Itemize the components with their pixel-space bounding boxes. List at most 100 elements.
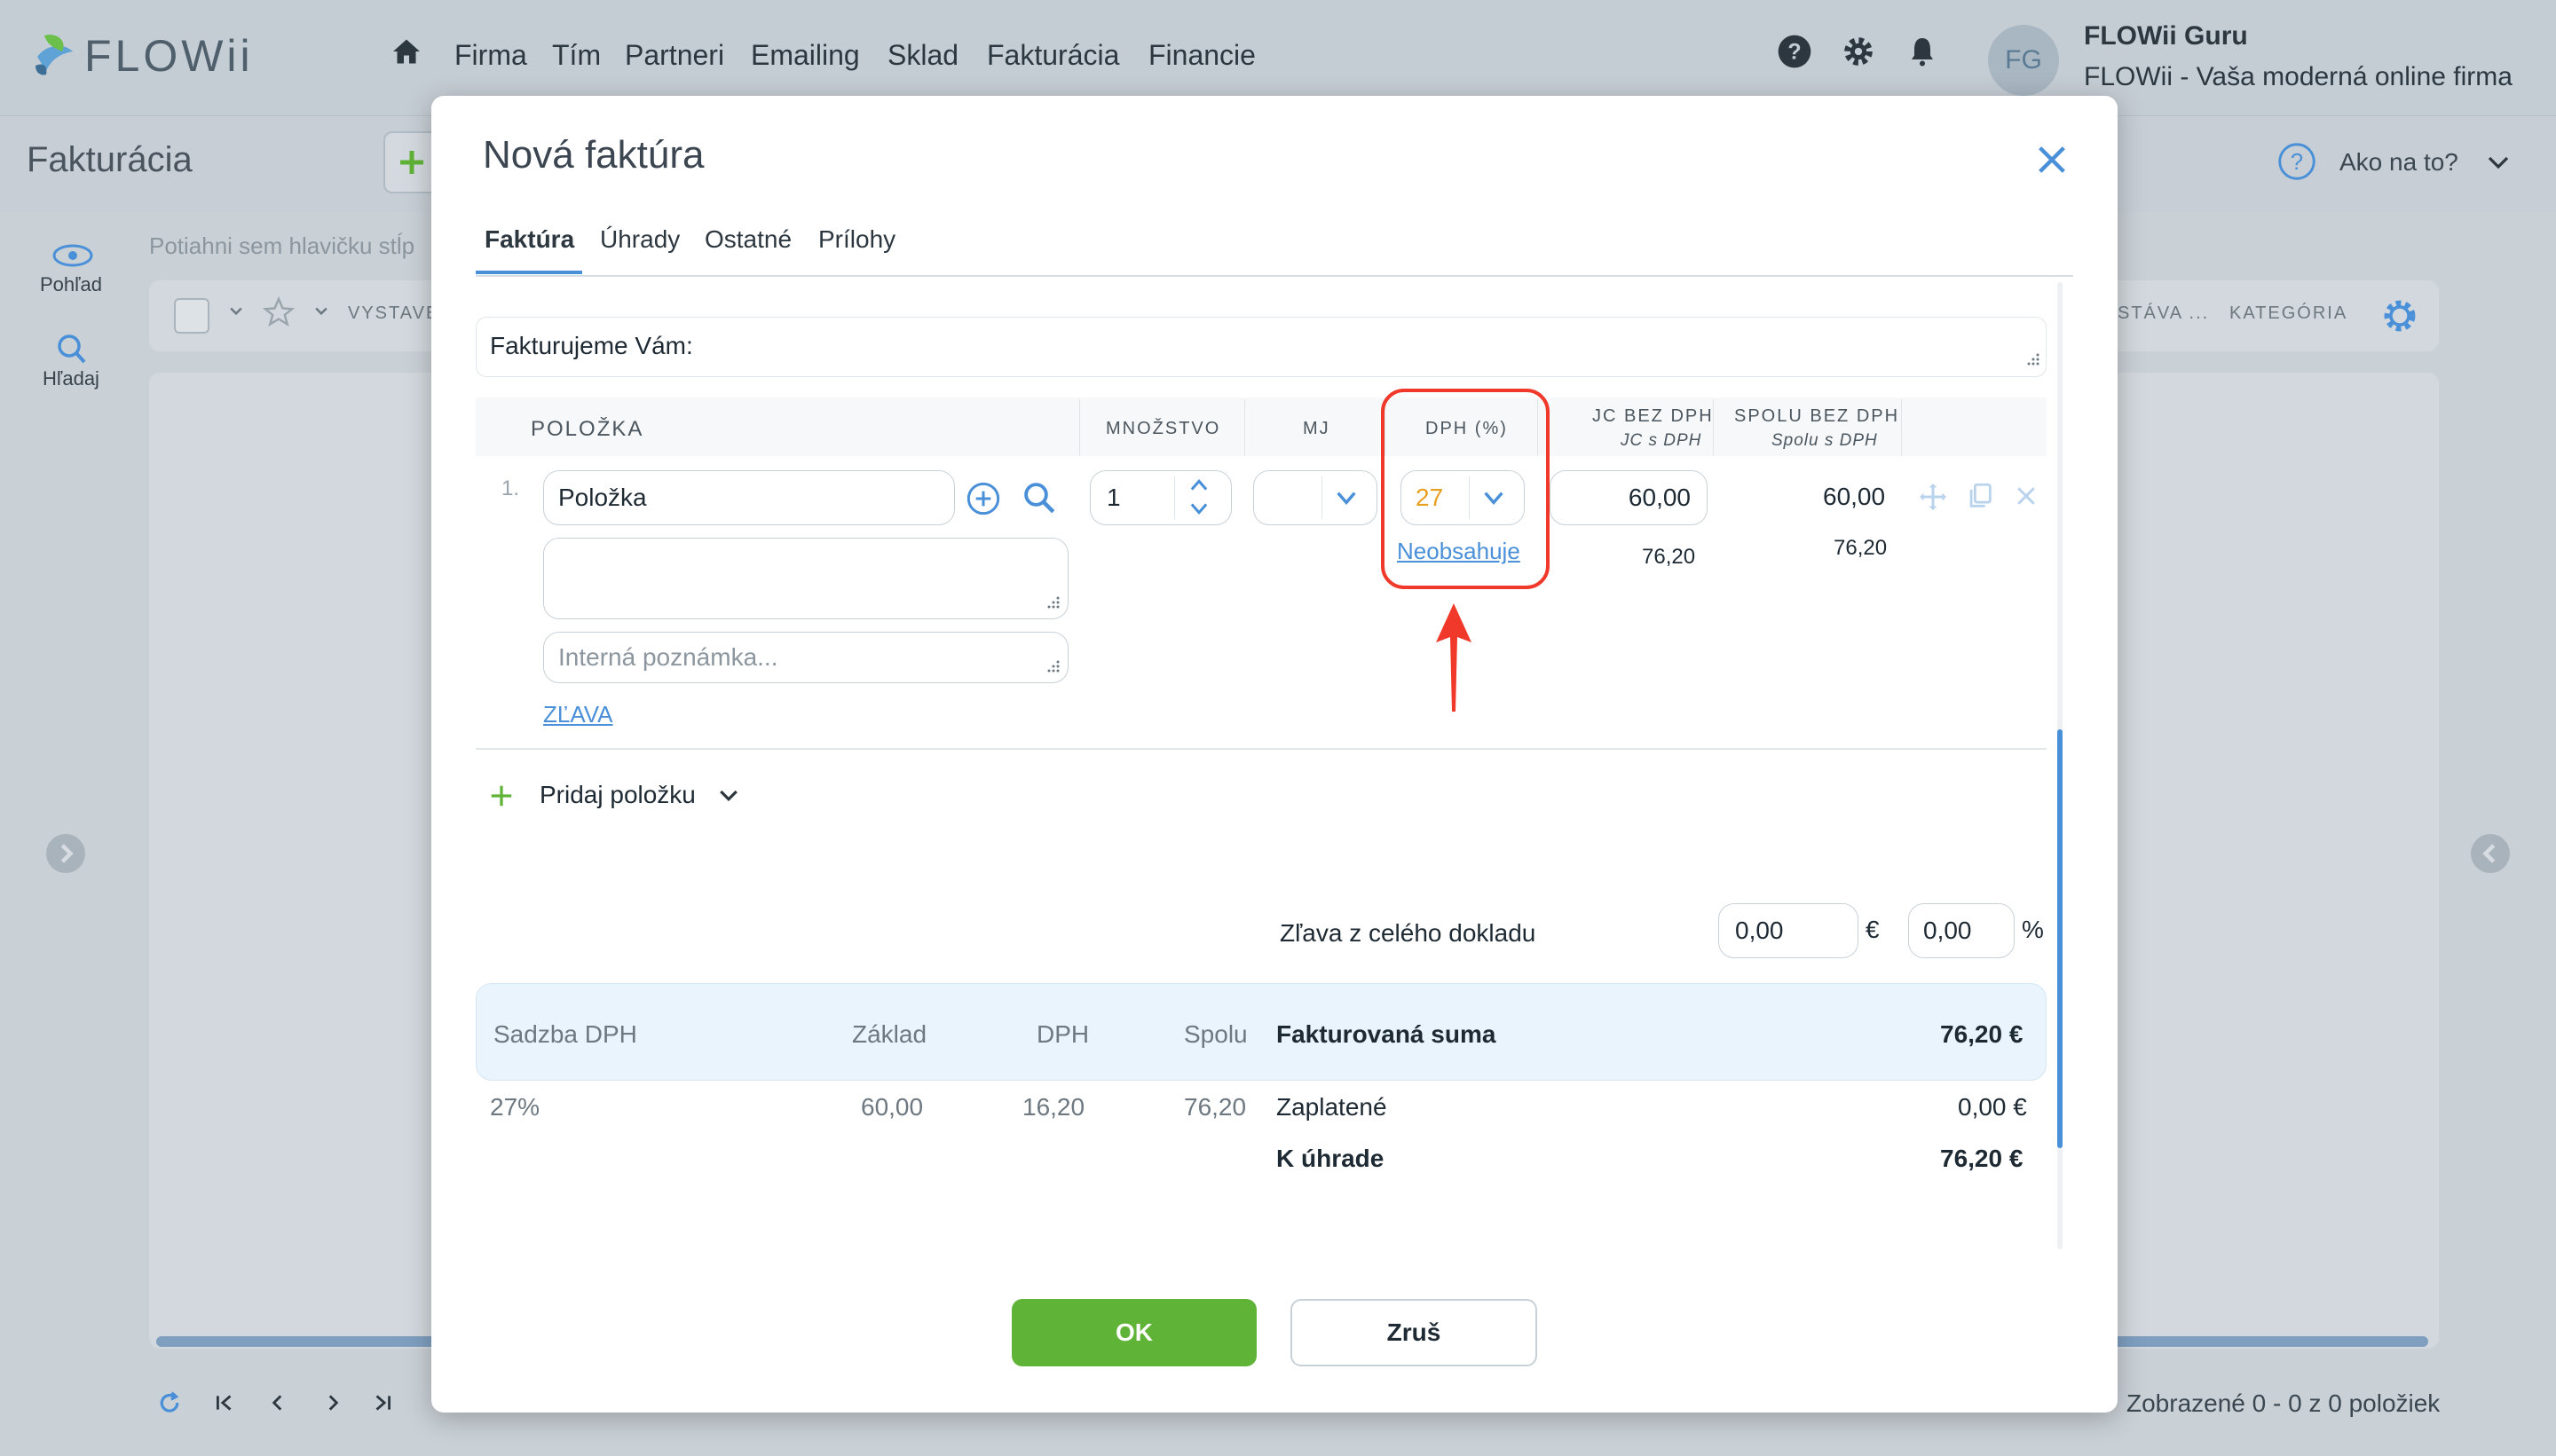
prev-page-icon[interactable]: [266, 1391, 289, 1414]
gear-icon[interactable]: [1841, 34, 1876, 69]
nav-financie[interactable]: Financie: [1148, 39, 1256, 72]
row-total-with-vat: 76,20: [1834, 536, 1888, 560]
chevron-left-icon[interactable]: [2471, 834, 2510, 873]
first-page-icon[interactable]: [213, 1391, 236, 1414]
resize-handle-icon[interactable]: [1044, 657, 1061, 674]
unit-price-input[interactable]: 60,00: [1550, 470, 1708, 525]
refresh-icon[interactable]: [156, 1389, 183, 1416]
brand-name: FLOWii: [84, 31, 254, 81]
unit-select[interactable]: [1253, 470, 1377, 525]
delete-icon[interactable]: [2013, 483, 2039, 509]
question-icon[interactable]: ?: [2277, 142, 2316, 181]
dialog-title: Nová faktúra: [483, 133, 705, 177]
tab-prilohy[interactable]: Prílohy: [818, 225, 895, 254]
chevron-down-icon[interactable]: [227, 302, 245, 319]
dialog-tabs: Faktúra Úhrady Ostatné Prílohy: [476, 222, 2073, 277]
close-icon[interactable]: [2034, 142, 2070, 177]
tab-faktura[interactable]: Faktúra: [485, 225, 574, 254]
item-name-input[interactable]: Položka: [543, 470, 955, 525]
invoiced-amount-value: 76,20 €: [1940, 1020, 2024, 1048]
document-discount-pct-input[interactable]: 0,00: [1908, 903, 2015, 958]
document-discount-label: Zľava z celého dokladu: [1280, 919, 1536, 947]
next-page-icon[interactable]: [321, 1391, 344, 1414]
rail-view[interactable]: Pohľad: [0, 238, 142, 296]
tab-uhrady[interactable]: Úhrady: [600, 225, 680, 254]
paid-value: 0,00 €: [1958, 1093, 2027, 1121]
move-icon[interactable]: [1917, 481, 1949, 513]
chevron-down-icon[interactable]: [715, 783, 742, 809]
vat-summary-header: [476, 983, 2047, 1081]
chevron-down-icon[interactable]: [312, 302, 330, 319]
nav-fakturacia[interactable]: Fakturácia: [987, 39, 1119, 72]
col-qty: MNOŽSTVO: [1106, 419, 1221, 438]
bell-icon[interactable]: [1906, 34, 1938, 69]
invoiced-amount-label: Fakturovaná suma: [1276, 1020, 1496, 1048]
select-all-checkbox[interactable]: [174, 298, 209, 334]
chevron-right-icon[interactable]: [46, 834, 85, 873]
rail-view-label: Pohľad: [39, 273, 103, 295]
avatar[interactable]: FG: [1988, 25, 2059, 96]
due-label: K úhrade: [1276, 1145, 1384, 1172]
dialog-scrollbar-thumb[interactable]: [2057, 729, 2063, 1148]
column-vystavene[interactable]: VYSTAVE: [348, 303, 439, 324]
percent-symbol: %: [2022, 916, 2044, 943]
star-icon[interactable]: [263, 296, 295, 328]
column-stav[interactable]: STÁVA ...: [2118, 303, 2209, 324]
help-link[interactable]: Ako na to?: [2339, 148, 2458, 177]
eye-icon: [52, 244, 93, 267]
resize-handle-icon[interactable]: [2024, 350, 2041, 367]
settings-icon[interactable]: [2380, 296, 2419, 335]
add-item-label: Pridaj položku: [540, 781, 696, 808]
copy-icon[interactable]: [1965, 481, 1995, 511]
item-description-textarea[interactable]: [543, 538, 1069, 619]
ok-button[interactable]: OK: [1012, 1299, 1257, 1366]
summary-base: 60,00: [861, 1093, 924, 1121]
user-company: FLOWii - Vaša moderná online firma: [2084, 62, 2513, 91]
chevron-down-icon[interactable]: [1187, 498, 1211, 519]
col-unit-price-vat: JC s DPH: [1621, 431, 1702, 450]
col-unit: MJ: [1303, 419, 1330, 438]
nav-emailing[interactable]: Emailing: [751, 39, 860, 72]
pagination-summary: Zobrazené 0 - 0 z 0 položiek: [2126, 1389, 2441, 1417]
row-number: 1.: [501, 476, 520, 500]
internal-note-input[interactable]: Interná poznámka...: [543, 632, 1069, 683]
intro-text: Fakturujeme Vám:: [490, 332, 693, 359]
rail-search[interactable]: Hľadaj: [0, 330, 142, 390]
summary-vat-rate: 27%: [490, 1093, 540, 1121]
chevron-down-icon[interactable]: [2485, 149, 2512, 176]
rail-search-label: Hľadaj: [43, 367, 99, 390]
due-value: 76,20 €: [1940, 1145, 2024, 1172]
svg-text:?: ?: [1787, 39, 1801, 64]
nav-tim[interactable]: Tím: [552, 39, 601, 72]
plus-icon: [400, 151, 423, 174]
add-circle-icon[interactable]: [966, 481, 1001, 516]
quantity-stepper[interactable]: 1: [1090, 470, 1232, 525]
svg-text:?: ?: [2291, 150, 2303, 175]
summary-total: 76,20: [1184, 1093, 1247, 1121]
last-page-icon[interactable]: [371, 1391, 394, 1414]
nav-firma[interactable]: Firma: [454, 39, 527, 72]
discount-link[interactable]: ZĽAVA: [543, 701, 613, 728]
page-title: Fakturácia: [27, 140, 193, 179]
col-unit-price: JC BEZ DPH: [1592, 406, 1714, 426]
help-circle-icon[interactable]: ?: [1777, 34, 1812, 69]
nav-sklad[interactable]: Sklad: [888, 39, 958, 72]
column-kategoria[interactable]: KATEGÓRIA: [2229, 303, 2347, 324]
arrow-up-icon: [1436, 603, 1471, 712]
total-header: Spolu: [1184, 1020, 1248, 1048]
chevron-up-icon[interactable]: [1187, 475, 1211, 496]
cancel-button[interactable]: Zruš: [1290, 1299, 1537, 1366]
plus-icon: [491, 785, 512, 807]
home-icon[interactable]: [390, 35, 430, 75]
nav-partneri[interactable]: Partneri: [625, 39, 724, 72]
flowii-logo-icon: [36, 35, 73, 75]
search-icon[interactable]: [1021, 479, 1058, 516]
resize-handle-icon[interactable]: [1044, 593, 1061, 610]
base-header: Základ: [852, 1020, 927, 1048]
tab-ostatne[interactable]: Ostatné: [705, 225, 792, 254]
row-total: 60,00: [1823, 483, 1886, 510]
chevron-down-icon: [1332, 485, 1361, 510]
intro-text-field[interactable]: [476, 317, 2047, 377]
col-total: SPOLU BEZ DPH: [1734, 406, 1900, 426]
document-discount-eur-input[interactable]: 0,00: [1718, 903, 1858, 958]
